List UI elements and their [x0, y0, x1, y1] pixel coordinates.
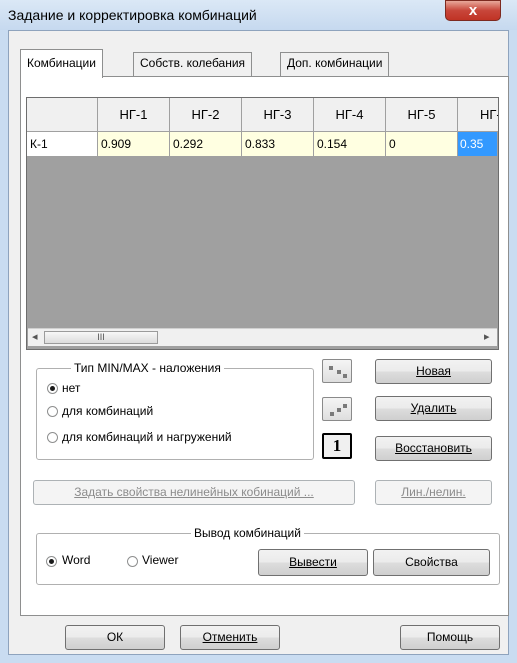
grid-cell[interactable]: 0.909 [98, 132, 170, 156]
window-title: Задание и корректировка комбинаций [8, 7, 257, 23]
column-header[interactable]: НГ-3 [242, 98, 314, 132]
horizontal-scrollbar[interactable]: ◂ III ▸ [28, 328, 497, 346]
column-header[interactable]: НГ-4 [314, 98, 386, 132]
radio-viewer-label[interactable]: Viewer [142, 553, 178, 567]
radio-combinations-loads-label[interactable]: для комбинаций и нагружений [62, 430, 232, 444]
radio-combinations-loads[interactable] [47, 432, 58, 443]
column-header[interactable]: НГ- [458, 98, 498, 132]
column-header[interactable]: НГ-2 [170, 98, 242, 132]
tab-label: Собств. колебания [140, 56, 246, 70]
title-bar: Задание и корректировка комбинаций x [0, 0, 517, 30]
radio-none-label[interactable]: нет [62, 381, 80, 395]
properties-button[interactable]: Свойства [373, 549, 490, 576]
tab-eigen-oscillations[interactable]: Собств. колебания [133, 52, 253, 76]
tab-combinations[interactable]: Комбинации [20, 49, 103, 78]
pattern-a-icon[interactable] [322, 359, 352, 383]
close-icon: x [468, 2, 478, 19]
radio-combinations[interactable] [47, 406, 58, 417]
scroll-thumb[interactable]: III [44, 331, 158, 344]
row-header[interactable]: К-1 [27, 132, 98, 156]
output-legend: Вывод комбинаций [191, 526, 304, 540]
cancel-button[interactable]: Отменить [180, 625, 280, 650]
grid-corner [27, 98, 98, 132]
tab-label: Комбинации [27, 56, 96, 70]
radio-word[interactable] [46, 556, 57, 567]
thumb-grip-icon: III [97, 332, 105, 342]
column-header[interactable]: НГ-1 [98, 98, 170, 132]
scroll-left-icon[interactable]: ◂ [32, 330, 38, 343]
help-button[interactable]: Помощь [400, 625, 500, 650]
tab-extra-combinations[interactable]: Доп. комбинации [280, 52, 390, 76]
new-button[interactable]: Новая [375, 359, 492, 384]
pattern-b-icon[interactable] [322, 397, 352, 421]
delete-button[interactable]: Удалить [375, 396, 492, 421]
number-one-icon[interactable]: 1 [322, 433, 352, 459]
grid-cell[interactable]: 0 [386, 132, 458, 156]
column-header[interactable]: НГ-5 [386, 98, 458, 132]
radio-word-label[interactable]: Word [62, 553, 90, 567]
grid-cell[interactable]: 0.833 [242, 132, 314, 156]
radio-none[interactable] [47, 383, 58, 394]
export-button[interactable]: Вывести [258, 549, 368, 576]
restore-button[interactable]: Восстановить [375, 436, 492, 461]
lin-nonlin-button[interactable]: Лин./нелин. [375, 480, 492, 505]
grid-cell[interactable]: 0.292 [170, 132, 242, 156]
overlay-type-legend: Тип MIN/MAX - наложения [71, 361, 224, 375]
radio-viewer[interactable] [127, 556, 138, 567]
set-nonlinear-properties-button[interactable]: Задать свойства нелинейных кобинаций ... [33, 480, 355, 505]
grid-cell[interactable]: 0.154 [314, 132, 386, 156]
tab-label: Доп. комбинации [287, 56, 383, 70]
combinations-grid[interactable]: НГ-1 НГ-2 НГ-3 НГ-4 НГ-5 НГ- К-1 0.909 0… [26, 97, 499, 350]
scroll-right-icon[interactable]: ▸ [484, 330, 490, 343]
close-button[interactable]: x [445, 0, 501, 21]
ok-button[interactable]: ОК [65, 625, 165, 650]
radio-combinations-label[interactable]: для комбинаций [62, 404, 153, 418]
grid-cell-selected[interactable]: 0.35 [458, 132, 498, 156]
